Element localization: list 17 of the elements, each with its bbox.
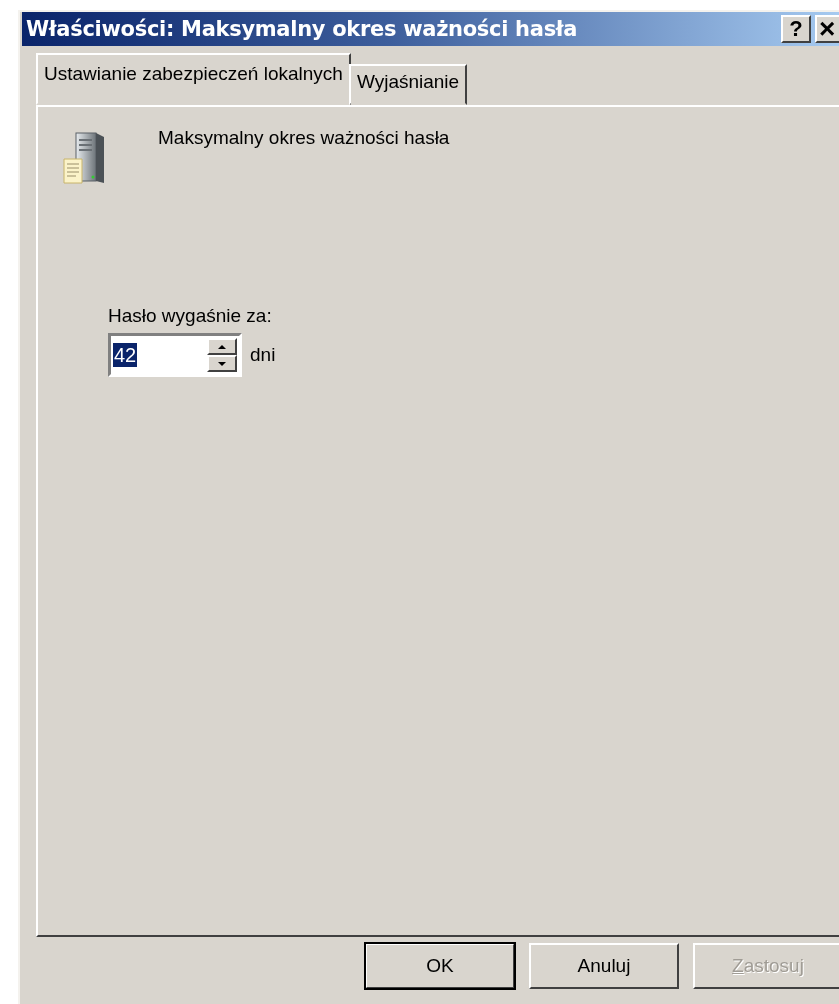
days-spinner[interactable]: 42: [108, 333, 242, 377]
spin-down-button[interactable]: [207, 355, 237, 372]
tab[interactable]: Wyjaśnianie: [348, 64, 468, 105]
dialog-button[interactable]: OK: [365, 943, 515, 989]
up-arrow-icon: [218, 344, 226, 349]
policy-name: Maksymalny okres ważności hasła: [158, 127, 450, 149]
close-button[interactable]: ×: [815, 15, 839, 43]
tab[interactable]: Ustawianie zabezpieczeń lokalnych: [36, 53, 351, 105]
window-title: Właściwości: Maksymalny okres ważności hasła: [26, 17, 578, 41]
spin-up-button[interactable]: [207, 338, 237, 355]
dialog-button[interactable]: Anuluj: [529, 943, 679, 989]
setting-label: Hasło wygaśnie za:: [108, 305, 273, 327]
server-icon: [62, 131, 106, 187]
help-button[interactable]: ?: [781, 15, 811, 43]
down-arrow-icon: [218, 361, 226, 366]
unit-label: dni: [250, 344, 276, 366]
days-value: 42: [113, 343, 138, 367]
